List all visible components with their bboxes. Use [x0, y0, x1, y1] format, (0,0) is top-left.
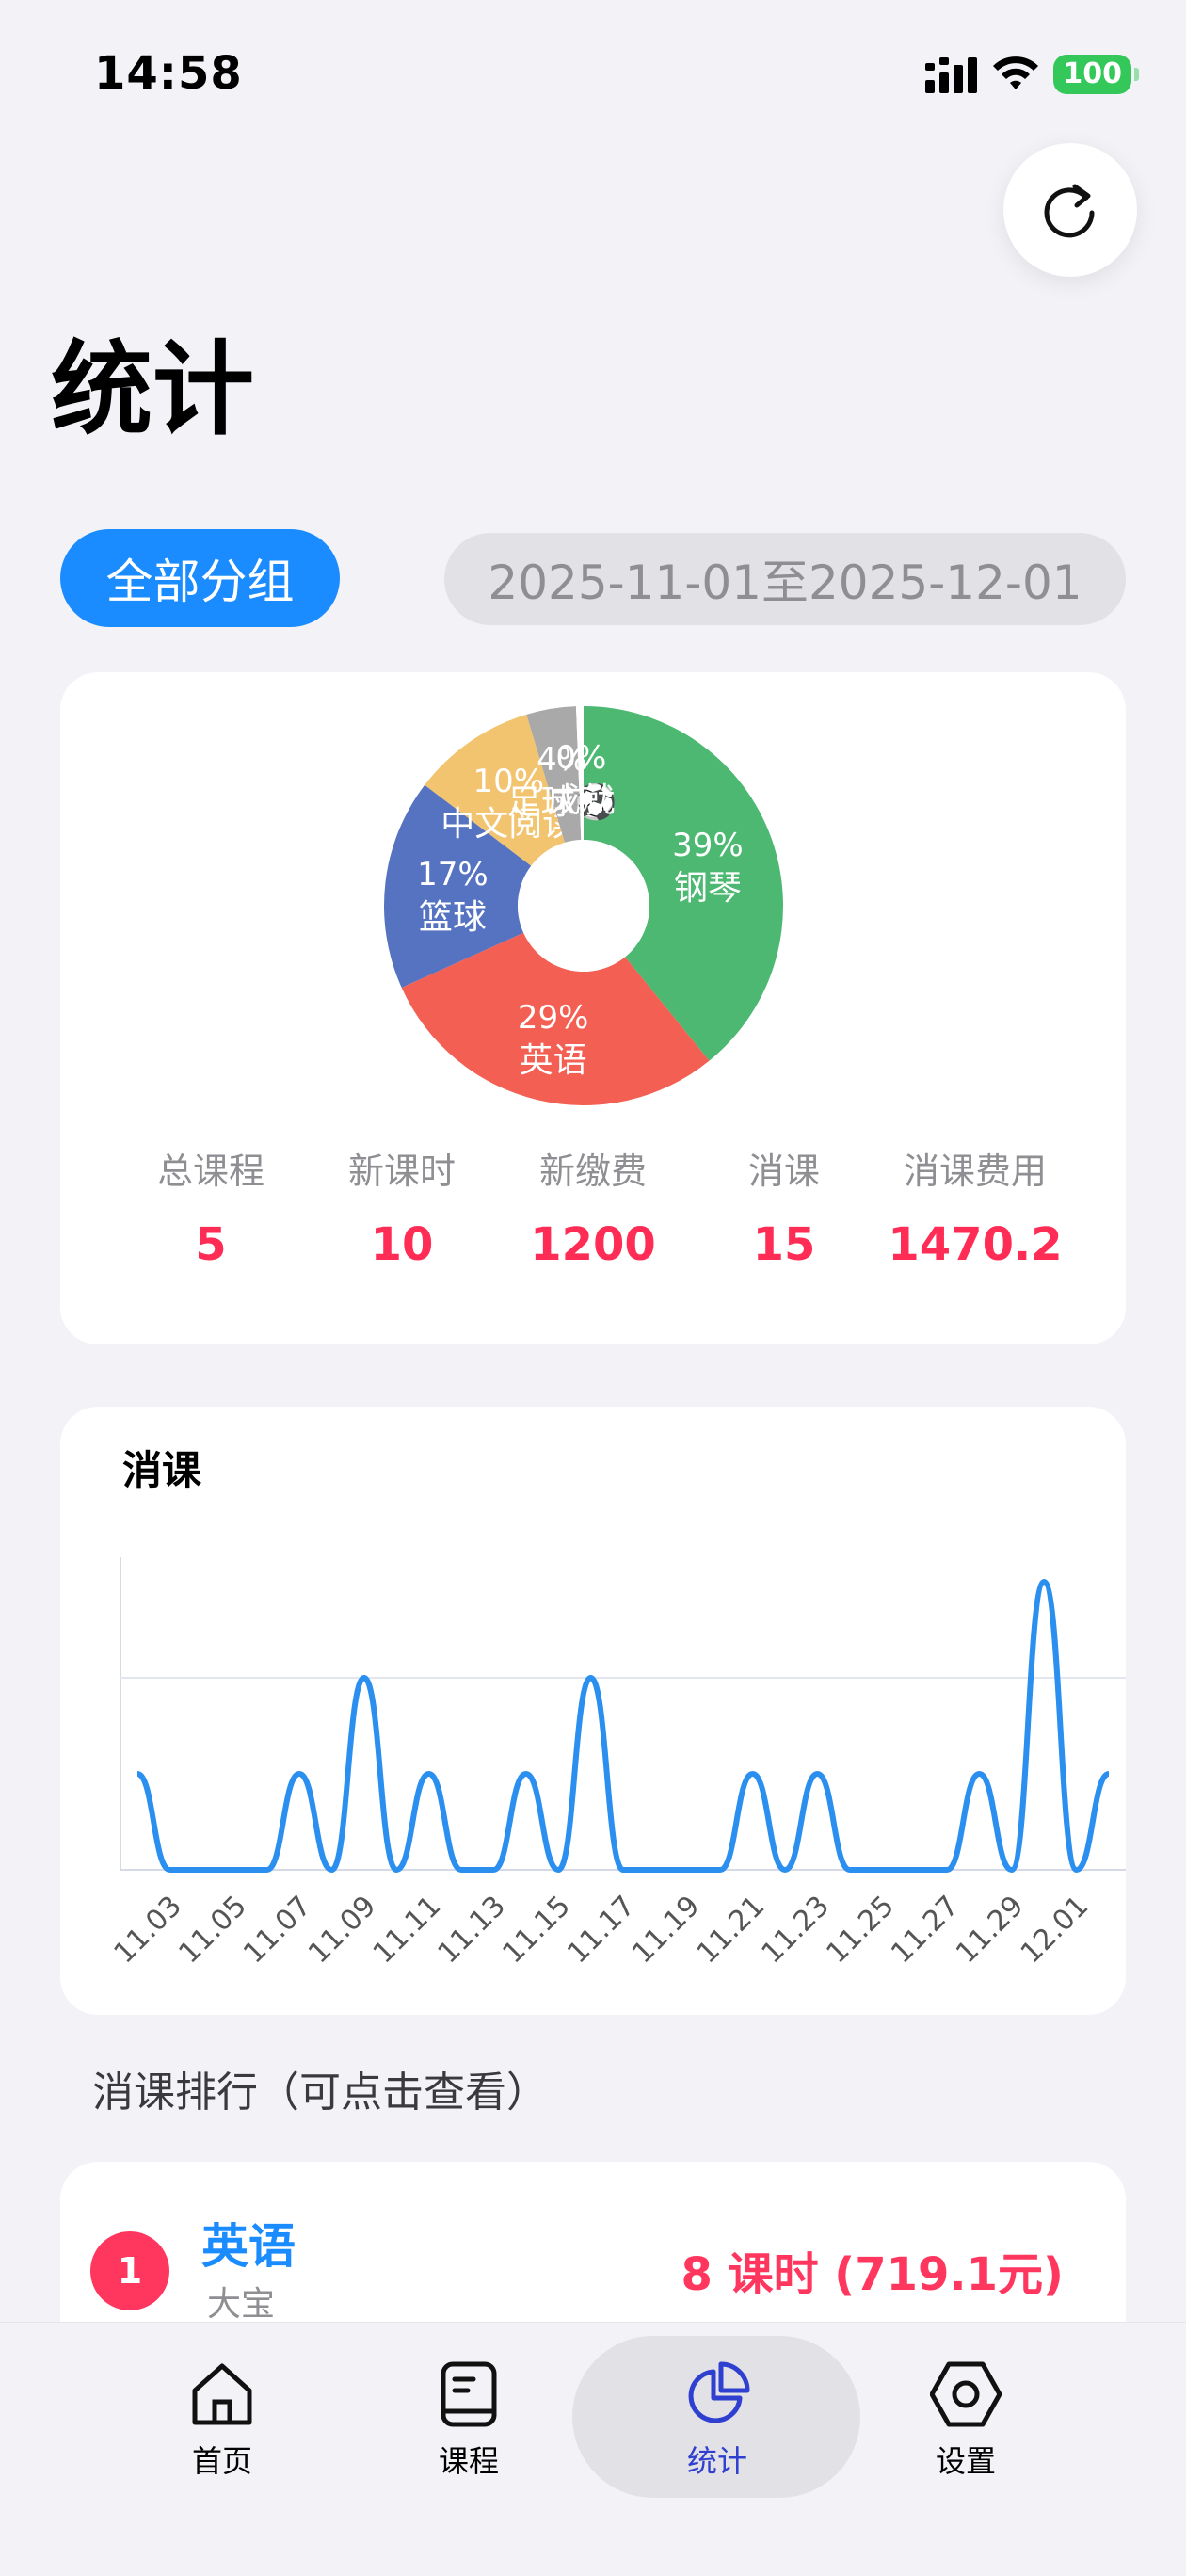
tab-stats[interactable]: 统计 [642, 2360, 793, 2481]
date-range-picker[interactable]: 2025-11-01至2025-12-01 [444, 533, 1126, 625]
x-tick-label: 11.05 [172, 1890, 252, 1970]
pie-percent-label: 39% [672, 827, 744, 864]
x-tick-label: 11.27 [885, 1890, 965, 1970]
x-tick-label: 11.07 [237, 1890, 317, 1970]
stat-consumed-fee: 消课费用 1470.2 [881, 1143, 1069, 1273]
stat-new-hours: 新课时 10 [308, 1143, 496, 1273]
x-tick-label: 12.01 [1015, 1890, 1095, 1970]
x-tick-label: 11.29 [950, 1890, 1030, 1970]
tab-label: 课程 [438, 2443, 499, 2479]
stat-value: 1200 [530, 1218, 656, 1271]
rank-student-name: 大宝 [207, 2285, 276, 2324]
pie-percent-label: 29% [518, 999, 589, 1037]
tab-home[interactable]: 首页 [147, 2360, 297, 2481]
status-bar: 14:58 100 [0, 0, 1186, 151]
tab-bar: 首页 课程 统计 设置 [0, 2322, 1186, 2576]
rank-summary: 8 课时 (719.1元) [681, 2248, 1064, 2301]
pie-category-label: 英语 [520, 1041, 587, 1080]
book-icon [441, 2361, 497, 2427]
stat-label: 消课费用 [903, 1151, 1047, 1192]
stat-label: 消课 [747, 1151, 820, 1192]
pie-chart-icon [688, 2361, 750, 2423]
tab-label: 设置 [935, 2443, 996, 2479]
wifi-icon [993, 56, 1039, 89]
stat-new-payment: 新缴费 1200 [499, 1143, 687, 1273]
stat-total-courses: 总课程 5 [117, 1143, 305, 1273]
x-tick-label: 11.25 [820, 1890, 900, 1970]
x-tick-label: 11.11 [367, 1890, 447, 1970]
summary-stats: 总课程 5 新课时 10 新缴费 1200 消课 15 消课费用 1470.2 [117, 1143, 1069, 1273]
rank-badge: 1 [90, 2231, 169, 2310]
tab-label: 首页 [191, 2443, 252, 2479]
x-tick-label: 11.03 [108, 1890, 188, 1970]
stat-value: 5 [195, 1218, 227, 1271]
stat-label: 总课程 [156, 1151, 264, 1192]
pie-category-label: 篮球 [419, 898, 487, 937]
status-time: 14:58 [94, 47, 243, 100]
course-donut-chart[interactable]: 39%钢琴29%英语17%篮球10%中文阅读4%足球⚽0%成就 [377, 699, 791, 1113]
pie-category-label: 钢琴 [674, 869, 742, 908]
battery-indicator: 100 [1053, 55, 1139, 94]
x-tick-label: 11.19 [626, 1890, 706, 1970]
pie-percent-label: 17% [417, 856, 489, 894]
stat-label: 新缴费 [538, 1151, 647, 1192]
pie-percent-label: 0% [555, 739, 606, 777]
stat-label: 新课时 [347, 1151, 456, 1192]
refresh-button[interactable] [1003, 143, 1137, 277]
stat-value: 1470.2 [888, 1218, 1063, 1271]
x-tick-label: 11.09 [302, 1890, 382, 1970]
x-tick-label: 11.21 [691, 1890, 771, 1970]
series-line [136, 1579, 1111, 1873]
tab-label: 统计 [686, 2443, 747, 2479]
tab-course[interactable]: 课程 [393, 2360, 544, 2481]
settings-icon [929, 2361, 1002, 2427]
x-tick-label: 11.13 [432, 1890, 512, 1970]
x-tick-label: 11.23 [756, 1890, 836, 1970]
x-tick-label: 11.17 [561, 1890, 641, 1970]
rank-course-name: 英语 [201, 2219, 296, 2274]
stat-value: 10 [370, 1218, 434, 1271]
ranking-heading: 消课排行（可点击查看） [92, 2069, 548, 2117]
cellular-signal-icon [925, 57, 978, 93]
home-icon [192, 2363, 252, 2425]
tab-settings[interactable]: 设置 [890, 2360, 1041, 2481]
chart-title: 消课 [122, 1447, 202, 1493]
stat-consumed-hours: 消课 15 [690, 1143, 878, 1273]
donut-hole [518, 840, 649, 972]
pie-category-label: 成就 [547, 781, 615, 820]
consumption-line-chart[interactable]: 11.0311.0511.0711.0911.1111.1311.1511.17… [60, 1407, 1126, 2015]
x-tick-label: 11.15 [496, 1890, 576, 1970]
status-icons: 100 [925, 55, 1139, 94]
group-filter-button[interactable]: 全部分组 [60, 529, 340, 627]
page-title: 统计 [51, 331, 255, 449]
refresh-icon [1044, 184, 1095, 238]
summary-card: 39% 钢琴 29% 英语 17% 篮球 10% 中文阅读 4% 足球⚽ 0% 成就 总课程 5 新课… [60, 672, 1126, 1344]
stat-value: 15 [752, 1218, 816, 1271]
consumption-chart-card: 11.03 11.05 11.07 11.09 11.11 11.13 11.15 11.17… [60, 1407, 1126, 2015]
